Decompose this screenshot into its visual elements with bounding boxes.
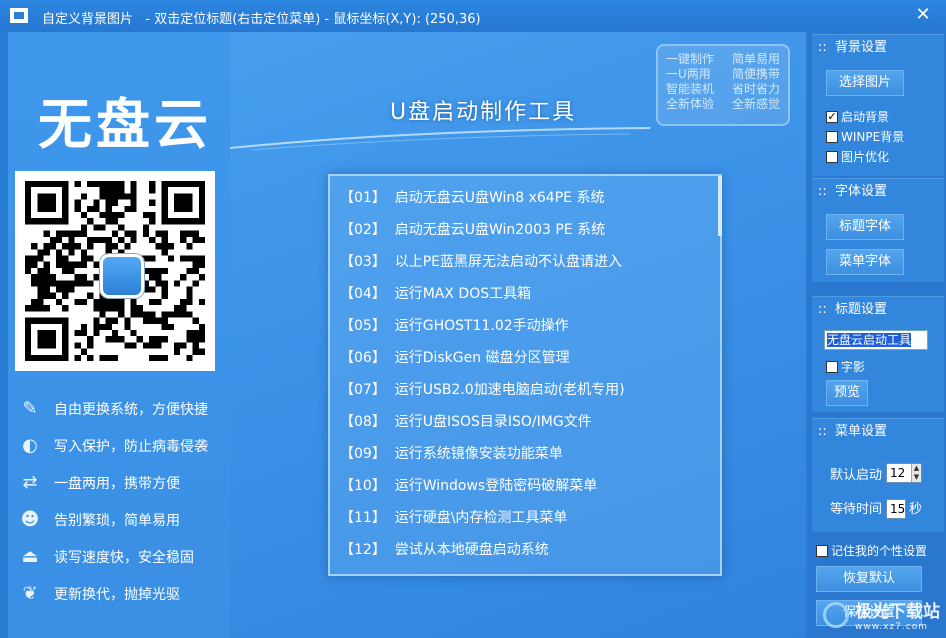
slogan-text: 智能装机 (666, 82, 715, 96)
close-button[interactable]: ✕ (912, 4, 934, 26)
wait-time-label: 等待时间 (830, 502, 883, 517)
shield-icon: ◐ (22, 435, 38, 456)
default-boot-label: 默认启动 (830, 468, 883, 483)
boot-menu-item[interactable]: 【10】 运行Windows登陆密码破解菜单 (340, 470, 710, 502)
boot-menu-item[interactable]: 【06】 运行DiskGen 磁盘分区管理 (340, 342, 710, 374)
checkbox-label: 记住我的个性设置 (831, 544, 928, 558)
boot-menu-item[interactable]: 【02】 启动无盘云U盘Win2003 PE 系统 (340, 214, 710, 246)
feature-item: ⇄ 一盘两用，携带方便 (16, 464, 226, 501)
section-title-background: :: 背景设置 (818, 40, 888, 55)
brand-logo: 无盘云 (38, 95, 212, 155)
pencil-icon: ✎ (22, 398, 38, 419)
watermark-text: 极光下载站 (855, 602, 940, 622)
checkbox-box: ✓ (826, 109, 838, 123)
checkbox-box (826, 130, 838, 143)
menu-font-button[interactable]: 菜单字体 (826, 249, 904, 275)
slogan-text: 简单易用 (731, 52, 780, 66)
settings-panel: :: 背景设置 选择图片 ✓ 启动背景 WINPE背景 图片优化 :: 字体设置 … (808, 32, 946, 638)
shuffle-icon: ⇄ (22, 472, 38, 493)
checkbox-label: 图片优化 (841, 150, 890, 164)
default-boot-spinner[interactable]: 12 ▲ ▼ (886, 463, 922, 483)
app-icon (10, 8, 28, 23)
background-preview[interactable]: 无盘云 ✎ 自由更换系统，方便快捷 ◐ 写入保护，防止病毒侵袭 ⇄ 一盘两用，携带方便 ☻ 告… (8, 32, 806, 638)
feature-item: ❦ 更新换代，抛掉光驱 (16, 575, 226, 612)
app-window: 自定义背景图片 - 双击定位标题(右击定位菜单) - 鼠标坐标(X,Y): (2… (0, 0, 946, 638)
slogan-text: 一U两用 (666, 67, 711, 81)
boot-menu-item[interactable]: 【07】 运行USB2.0加速电脑启动(老机专用) (340, 374, 710, 406)
feature-text: 写入保护，防止病毒侵袭 (54, 438, 208, 455)
feature-list: ✎ 自由更换系统，方便快捷 ◐ 写入保护，防止病毒侵袭 ⇄ 一盘两用，携带方便 ☻ 告别繁琐，… (16, 390, 226, 612)
remember-settings-checkbox[interactable]: 记住我的个性设置 (816, 542, 927, 559)
boot-menu-item[interactable]: 【08】 运行U盘ISOS目录ISO/IMG文件 (340, 406, 710, 438)
slogan-row: 全新体验 全新感觉 (666, 97, 780, 112)
feature-item: ✎ 自由更换系统，方便快捷 (16, 390, 226, 427)
restore-defaults-button[interactable]: 恢复默认 (816, 566, 922, 592)
section-title-font: :: 字体设置 (818, 184, 888, 199)
watermark-text-group: 极光下载站 www.xz7.com (855, 597, 940, 632)
preview-button[interactable]: 预览 (826, 380, 868, 406)
winpe-background-checkbox[interactable]: WINPE背景 (826, 128, 904, 145)
menu-scrollbar[interactable] (718, 176, 722, 236)
checkbox-label: 字影 (841, 360, 866, 374)
feature-item: ⏏ 读写速度快，安全稳固 (16, 538, 226, 575)
brand-title: U盘启动制作工具 (390, 100, 577, 125)
slogan-text: 全新感觉 (731, 97, 780, 111)
checkbox-label: WINPE背景 (841, 130, 905, 144)
drive-icon: ⏏ (21, 546, 39, 567)
wait-time-unit: 秒 (909, 502, 923, 517)
boot-menu-item[interactable]: 【01】 启动无盘云U盘Win8 x64PE 系统 (340, 182, 710, 214)
boot-menu-item[interactable]: 【04】 运行MAX DOS工具箱 (340, 278, 710, 310)
watermark-logo-icon (823, 601, 849, 628)
boot-menu-list: 【01】 启动无盘云U盘Win8 x64PE 系统 【02】 启动无盘云U盘Win… (340, 182, 710, 566)
text-shadow-checkbox[interactable]: 字影 (826, 358, 865, 375)
feature-text: 更新换代，抛掉光驱 (54, 586, 180, 603)
users-icon: ☻ (20, 509, 40, 530)
slogan-text: 简便携带 (731, 67, 780, 81)
slogan-row: 一键制作 简单易用 (666, 52, 780, 67)
boot-menu-item[interactable]: 【05】 运行GHOST11.02手动操作 (340, 310, 710, 342)
cloud-logo-icon (100, 254, 144, 298)
watermark-url: www.xz7.com (855, 622, 928, 632)
checkbox-box (816, 544, 828, 557)
wait-time-input[interactable]: 15 (886, 499, 906, 519)
default-boot-value: 12 (890, 466, 906, 480)
boot-menu-item[interactable]: 【12】 尝试从本地硬盘启动系统 (340, 534, 710, 566)
window-title: 自定义背景图片 - 双击定位标题(右击定位菜单) - 鼠标坐标(X,Y): (2… (42, 12, 481, 27)
title-input-value: 无盘云启动工具 (827, 333, 912, 347)
checkbox-box (826, 150, 838, 163)
section-title-menu: :: 菜单设置 (818, 424, 888, 439)
feature-item: ☻ 告别繁琐，简单易用 (16, 501, 226, 538)
feature-item: ◐ 写入保护，防止病毒侵袭 (16, 427, 226, 464)
slogan-text: 全新体验 (666, 97, 715, 111)
title-text-input[interactable]: 无盘云启动工具 (824, 330, 928, 350)
feature-text: 告别繁琐，简单易用 (54, 512, 180, 529)
slogan-box: 一键制作 简单易用一U两用 简便携带智能装机 省时省力全新体验 全新感觉 (656, 44, 790, 126)
slogan-row: 一U两用 简便携带 (666, 67, 780, 82)
feature-text: 读写速度快，安全稳固 (54, 549, 194, 566)
choose-image-button[interactable]: 选择图片 (826, 70, 904, 96)
feature-text: 一盘两用，携带方便 (54, 475, 180, 492)
enable-background-checkbox[interactable]: ✓ 启动背景 (826, 108, 889, 125)
boot-menu-item[interactable]: 【09】 运行系统镜像安装功能菜单 (340, 438, 710, 470)
image-optimize-checkbox[interactable]: 图片优化 (826, 148, 889, 165)
title-bar[interactable]: 自定义背景图片 - 双击定位标题(右击定位菜单) - 鼠标坐标(X,Y): (2… (0, 0, 946, 32)
leaf-icon: ❦ (22, 583, 38, 604)
checkbox-label: 启动背景 (841, 110, 890, 124)
feature-text: 自由更换系统，方便快捷 (54, 401, 208, 418)
spinner-arrows-icon[interactable]: ▲ ▼ (911, 464, 921, 482)
boot-menu-item[interactable]: 【11】 运行硬盘\内存检测工具菜单 (340, 502, 710, 534)
slogan-text: 省时省力 (731, 82, 780, 96)
slogan-text: 一键制作 (666, 52, 715, 66)
slogan-row: 智能装机 省时省力 (666, 82, 780, 97)
wait-time-value: 15 (890, 502, 906, 516)
boot-menu-item[interactable]: 【03】 以上PE蓝黑屏无法启动不认盘请进入 (340, 246, 710, 278)
title-font-button[interactable]: 标题字体 (826, 214, 904, 240)
section-title-heading: :: 标题设置 (818, 302, 888, 317)
qr-code (15, 171, 215, 371)
boot-menu[interactable]: 【01】 启动无盘云U盘Win8 x64PE 系统 【02】 启动无盘云U盘Win… (328, 174, 722, 576)
checkbox-box (826, 360, 838, 373)
watermark: 极光下载站 www.xz7.com (823, 597, 940, 632)
